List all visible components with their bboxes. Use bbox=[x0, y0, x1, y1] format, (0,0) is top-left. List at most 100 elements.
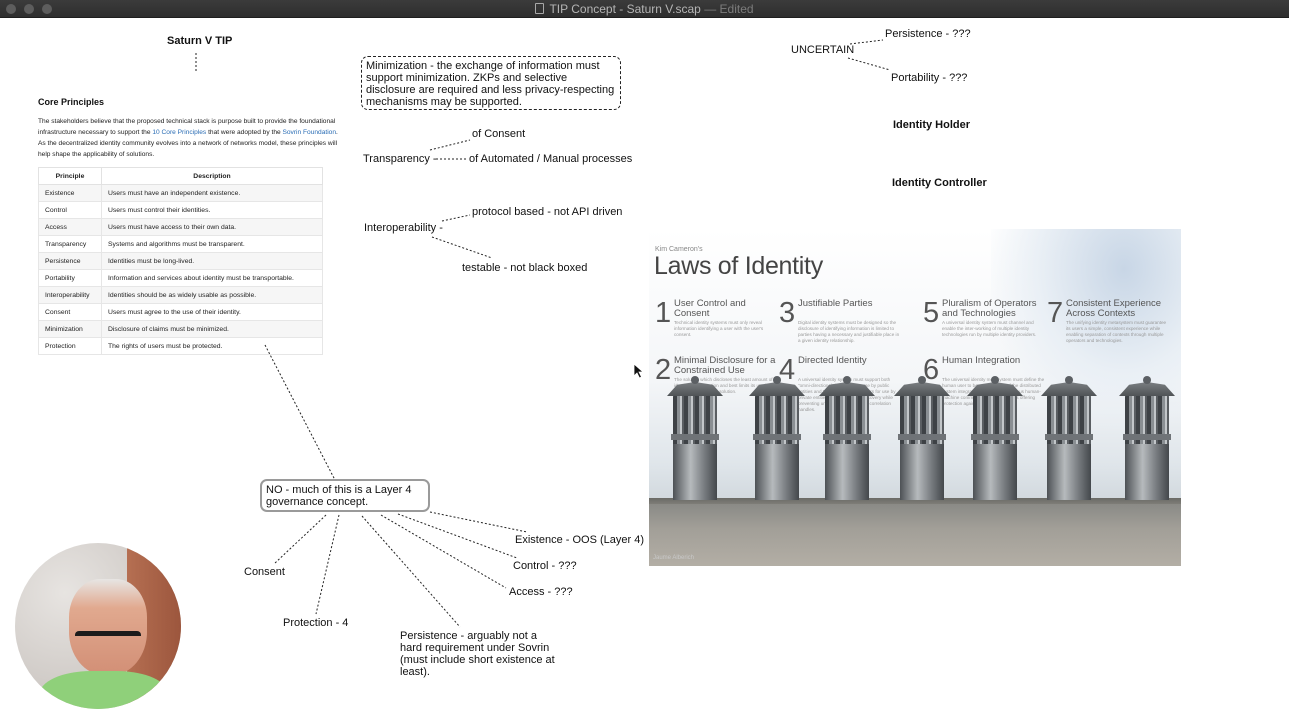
photo-credit: Jaume Alberich bbox=[653, 555, 695, 561]
description-cell: Users must agree to the use of their ide… bbox=[101, 303, 323, 321]
sovrin-foundation-link[interactable]: Sovrin Foundation bbox=[282, 129, 336, 136]
description-cell: Disclosure of claims must be minimized. bbox=[101, 320, 323, 338]
connector-persistence bbox=[361, 515, 461, 628]
existence-oos-topic[interactable]: Existence - OOS (Layer 4) bbox=[515, 534, 644, 546]
law-number: 5 bbox=[923, 297, 940, 329]
description-cell: Users must have an independent existence… bbox=[101, 184, 323, 202]
law-title: Pluralism of Operators and Technologies bbox=[942, 298, 1037, 319]
document-icon bbox=[535, 3, 545, 14]
connector-protection bbox=[315, 514, 340, 615]
poster-title: Laws of Identity bbox=[654, 252, 823, 280]
consent-topic[interactable]: Consent bbox=[244, 566, 285, 578]
mouse-cursor-icon bbox=[633, 363, 643, 379]
connector-portability-q bbox=[847, 57, 891, 71]
window-title: TIP Concept - Saturn V.scap — Edited bbox=[0, 2, 1289, 16]
table-row: Control Users must control their identiti… bbox=[38, 201, 323, 219]
law-number: 7 bbox=[1047, 297, 1064, 329]
interoperability-topic[interactable]: Interoperability - bbox=[364, 222, 443, 234]
connector-of-consent bbox=[429, 139, 471, 151]
table-row: Access Users must have access to their ow… bbox=[38, 218, 323, 236]
law-description: Digital identity systems must be designe… bbox=[798, 320, 900, 343]
principle-cell: Control bbox=[38, 201, 102, 219]
connector-control bbox=[397, 513, 518, 559]
core-principles-heading: Core Principles bbox=[38, 97, 105, 107]
principle-cell: Minimization bbox=[38, 320, 102, 338]
table-row: Transparency Systems and algorithms must … bbox=[38, 235, 323, 253]
principle-cell: Access bbox=[38, 218, 102, 236]
persistence-note-topic[interactable]: Persistence - arguably not a hard requir… bbox=[400, 630, 560, 678]
identity-controller-topic[interactable]: Identity Controller bbox=[892, 177, 987, 189]
mindmap-canvas[interactable]: Saturn V TIP Core Principles The stakeho… bbox=[0, 18, 1289, 720]
transparency-topic[interactable]: Transparency - bbox=[363, 153, 437, 165]
portability-uncertain-topic[interactable]: Portability - ??? bbox=[891, 72, 967, 84]
table-header-row: Principle Description bbox=[38, 167, 323, 185]
principles-table: Principle Description Existence Users mus… bbox=[38, 167, 323, 355]
principle-cell: Existence bbox=[38, 184, 102, 202]
table-row: Existence Users must have an independent … bbox=[38, 184, 323, 202]
column-header-principle: Principle bbox=[38, 167, 102, 185]
webcam-person-head bbox=[69, 579, 147, 675]
principle-cell: Portability bbox=[38, 269, 102, 287]
principle-cell: Persistence bbox=[38, 252, 102, 270]
webcam-overlay bbox=[15, 543, 181, 709]
description-cell: Users must control their identities. bbox=[101, 201, 323, 219]
testable-topic[interactable]: testable - not black boxed bbox=[462, 262, 587, 274]
para-text-2: that were adopted by the bbox=[206, 129, 283, 136]
law-number: 1 bbox=[655, 297, 672, 329]
table-row: Portability Information and services abou… bbox=[38, 269, 323, 287]
principle-cell: Consent bbox=[38, 303, 102, 321]
table-row: Interoperability Identities should be as … bbox=[38, 286, 323, 304]
principle-cell: Interoperability bbox=[38, 286, 102, 304]
chimney-vent bbox=[1119, 376, 1175, 500]
law-title: Human Integration bbox=[942, 355, 1021, 366]
principle-cell: Transparency bbox=[38, 235, 102, 253]
principle-cell: Protection bbox=[38, 337, 102, 355]
edited-indicator: — Edited bbox=[704, 2, 754, 16]
connector-persistence-q bbox=[849, 39, 884, 45]
description-cell: Information and services about identity … bbox=[101, 269, 323, 287]
webcam-person-shirt bbox=[39, 671, 169, 709]
description-cell: Users must have access to their own data… bbox=[101, 218, 323, 236]
window-titlebar: TIP Concept - Saturn V.scap — Edited bbox=[0, 0, 1289, 18]
column-header-description: Description bbox=[101, 167, 323, 185]
law-title: Consistent Experience Across Contexts bbox=[1066, 298, 1162, 319]
minimization-note[interactable]: Minimization - the exchange of informati… bbox=[361, 56, 621, 110]
identity-holder-topic[interactable]: Identity Holder bbox=[893, 119, 970, 131]
webcam-glasses bbox=[75, 631, 141, 645]
connector-access bbox=[380, 514, 507, 589]
chimney-vent bbox=[819, 376, 875, 500]
chimney-vent bbox=[967, 376, 1023, 500]
law-title: Minimal Disclosure for a Constrained Use bbox=[674, 355, 776, 376]
connector-table-to-note bbox=[264, 344, 336, 481]
uncertain-topic[interactable]: UNCERTAIN bbox=[791, 44, 854, 56]
persistence-uncertain-topic[interactable]: Persistence - ??? bbox=[885, 28, 971, 40]
chimney-vent bbox=[667, 376, 723, 500]
connector-existence bbox=[429, 511, 528, 533]
law-title: User Control and Consent bbox=[674, 298, 746, 319]
core-principles-link[interactable]: 10 Core Principles bbox=[152, 129, 206, 136]
table-row: Protection The rights of users must be pr… bbox=[38, 337, 323, 355]
description-cell: The rights of users must be protected. bbox=[101, 337, 323, 355]
table-row: Persistence Identities must be long-lived… bbox=[38, 252, 323, 270]
control-topic[interactable]: Control - ??? bbox=[513, 560, 577, 572]
connector-protocol bbox=[441, 214, 471, 222]
law-description: The unifying identity metasystem must gu… bbox=[1066, 320, 1167, 343]
layer4-note[interactable]: NO - much of this is a Layer 4 governanc… bbox=[260, 479, 430, 512]
roof-wall bbox=[649, 504, 1181, 566]
window-title-text: TIP Concept - Saturn V.scap bbox=[549, 2, 701, 16]
access-topic[interactable]: Access - ??? bbox=[509, 586, 573, 598]
root-topic[interactable]: Saturn V TIP bbox=[167, 35, 232, 47]
connector-testable bbox=[431, 236, 493, 259]
law-description: A universal identity system must channel… bbox=[942, 320, 1037, 337]
protection-topic[interactable]: Protection - 4 bbox=[283, 617, 348, 629]
description-cell: Identities should be as widely usable as… bbox=[101, 286, 323, 304]
protocol-based-topic[interactable]: protocol based - not API driven bbox=[472, 206, 622, 218]
table-row: Minimization Disclosure of claims must be… bbox=[38, 320, 323, 338]
chimney-vent bbox=[749, 376, 805, 500]
law-title: Justifiable Parties bbox=[798, 298, 873, 309]
law-description: Technical identity systems must only rev… bbox=[674, 320, 764, 337]
of-processes-topic[interactable]: of Automated / Manual processes bbox=[469, 153, 632, 165]
laws-of-identity-image[interactable]: Kim Cameron's Laws of Identity 1 User Con… bbox=[649, 229, 1181, 566]
of-consent-topic[interactable]: of Consent bbox=[472, 128, 525, 140]
description-cell: Systems and algorithms must be transpare… bbox=[101, 235, 323, 253]
